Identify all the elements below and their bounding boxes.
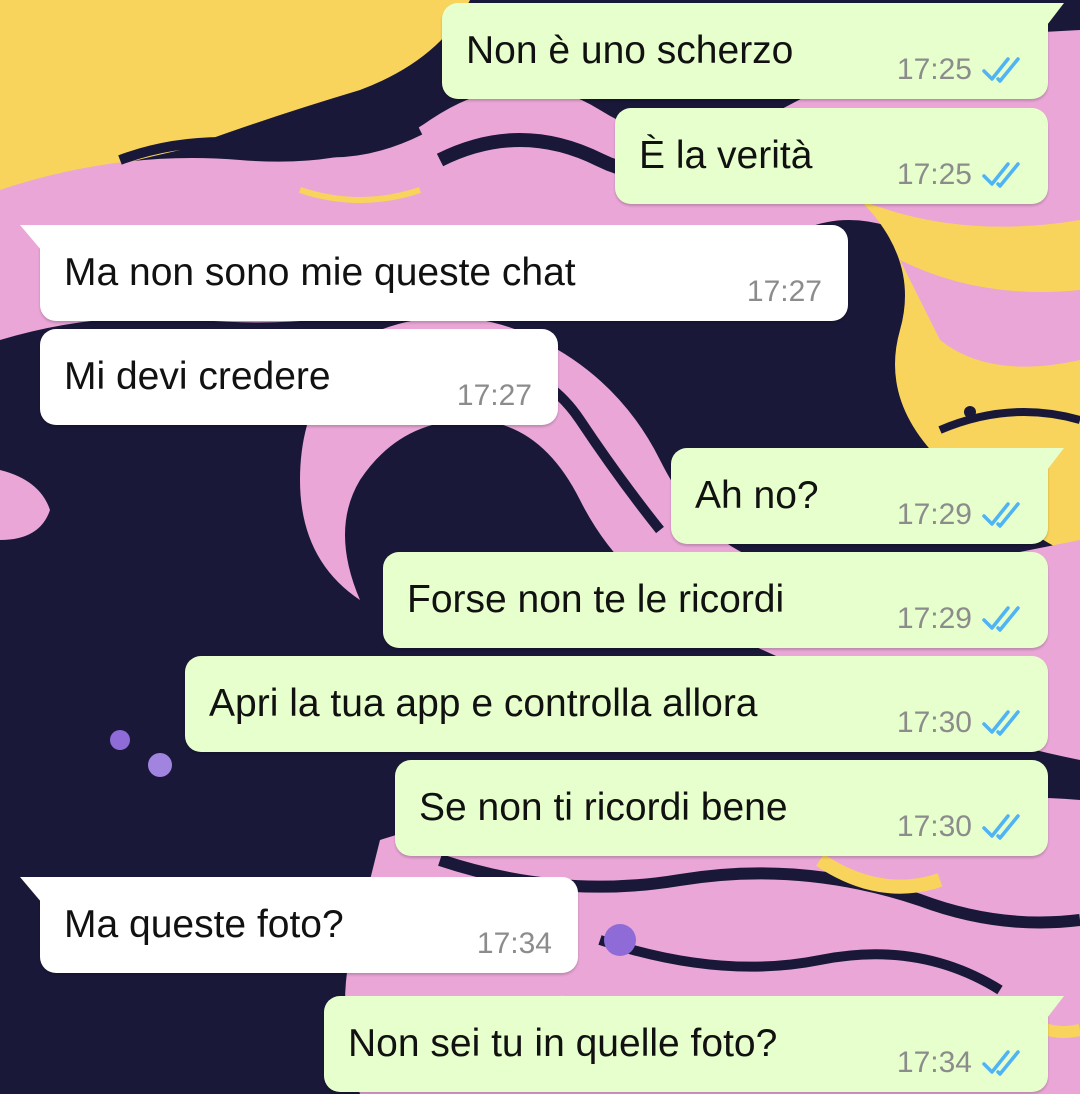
outgoing-message[interactable]: Non è uno scherzo 17:25 [442, 3, 1064, 99]
double-check-icon [982, 1050, 1020, 1076]
message-timestamp: 17:30 [896, 706, 972, 739]
double-check-icon [982, 606, 1020, 632]
message-text: Ma queste foto? [64, 903, 344, 946]
bubble-tail [20, 877, 56, 903]
message-text: Non sei tu in quelle foto? [348, 1022, 778, 1065]
message-timestamp: 17:34 [476, 927, 552, 960]
double-check-icon [982, 502, 1020, 528]
bubble-tail [1030, 996, 1064, 1022]
outgoing-message[interactable]: Apri la tua app e controlla allora 17:30 [185, 656, 1048, 752]
message-text: È la verità [639, 134, 813, 177]
double-check-icon [982, 162, 1020, 188]
bubble-tail [1030, 3, 1064, 29]
message-timestamp: 17:29 [896, 602, 972, 635]
conversation: Non è uno scherzo 17:25 È la verità 17:2… [0, 0, 1080, 1094]
incoming-message[interactable]: Ma non sono mie queste chat 17:27 [20, 225, 848, 321]
outgoing-message[interactable]: Se non ti ricordi bene 17:30 [395, 760, 1048, 856]
incoming-message[interactable]: Ma queste foto? 17:34 [20, 877, 578, 973]
bubble-tail [20, 225, 56, 251]
message-timestamp: 17:34 [896, 1046, 972, 1079]
outgoing-message[interactable]: È la verità 17:25 [615, 108, 1048, 204]
message-timestamp: 17:27 [456, 379, 532, 412]
message-text: Ah no? [695, 474, 819, 517]
double-check-icon [982, 57, 1020, 83]
message-text: Forse non te le ricordi [407, 578, 785, 621]
message-timestamp: 17:30 [896, 810, 972, 843]
message-timestamp: 17:27 [746, 275, 822, 308]
message-text: Non è uno scherzo [466, 29, 794, 72]
incoming-message[interactable]: Mi devi credere 17:27 [40, 329, 558, 425]
outgoing-message[interactable]: Forse non te le ricordi 17:29 [383, 552, 1048, 648]
outgoing-message[interactable]: Non sei tu in quelle foto? 17:34 [324, 996, 1064, 1092]
double-check-icon [982, 814, 1020, 840]
message-text: Se non ti ricordi bene [419, 786, 788, 829]
message-timestamp: 17:25 [896, 53, 972, 86]
message-text: Ma non sono mie queste chat [64, 251, 576, 294]
bubble-tail [1030, 448, 1064, 474]
message-timestamp: 17:29 [896, 498, 972, 531]
message-text: Apri la tua app e controlla allora [209, 682, 758, 725]
double-check-icon [982, 710, 1020, 736]
message-timestamp: 17:25 [896, 158, 972, 191]
message-text: Mi devi credere [64, 355, 331, 398]
outgoing-message[interactable]: Ah no? 17:29 [671, 448, 1064, 544]
